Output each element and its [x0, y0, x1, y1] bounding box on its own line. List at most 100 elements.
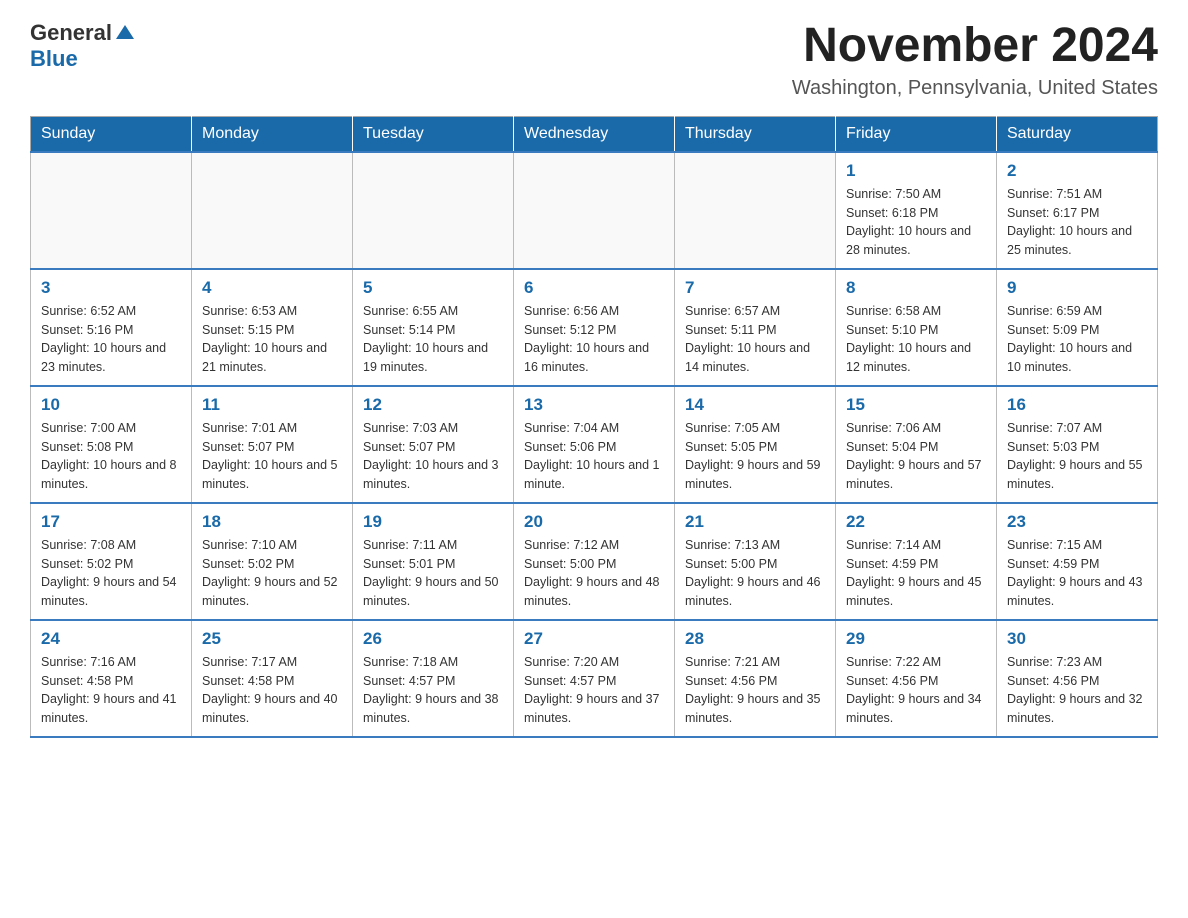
day-number: 22 — [846, 512, 986, 532]
calendar-cell — [192, 152, 353, 269]
day-number: 15 — [846, 395, 986, 415]
calendar-cell: 3 Sunrise: 6:52 AMSunset: 5:16 PMDaylight… — [31, 269, 192, 386]
calendar-cell: 30 Sunrise: 7:23 AMSunset: 4:56 PMDayligh… — [997, 620, 1158, 737]
calendar-table: SundayMondayTuesdayWednesdayThursdayFrid… — [30, 116, 1158, 738]
day-number: 28 — [685, 629, 825, 649]
day-info: Sunrise: 6:57 AMSunset: 5:11 PMDaylight:… — [685, 302, 825, 377]
calendar-cell: 13Sunrise: 7:04 AMSunset: 5:06 PMDayligh… — [514, 386, 675, 503]
day-info: Sunrise: 7:50 AMSunset: 6:18 PMDaylight:… — [846, 185, 986, 260]
day-info: Sunrise: 7:07 AMSunset: 5:03 PMDaylight:… — [1007, 419, 1147, 494]
calendar-cell: 21 Sunrise: 7:13 AMSunset: 5:00 PMDayligh… — [675, 503, 836, 620]
day-number: 14 — [685, 395, 825, 415]
day-info: Sunrise: 7:01 AMSunset: 5:07 PMDaylight:… — [202, 419, 342, 494]
calendar-cell: 8 Sunrise: 6:58 AMSunset: 5:10 PMDaylight… — [836, 269, 997, 386]
calendar-cell: 5 Sunrise: 6:55 AMSunset: 5:14 PMDaylight… — [353, 269, 514, 386]
month-title: November 2024 — [792, 20, 1158, 73]
day-number: 7 — [685, 278, 825, 298]
day-info: Sunrise: 7:03 AMSunset: 5:07 PMDaylight:… — [363, 419, 503, 494]
calendar-cell: 24Sunrise: 7:16 AMSunset: 4:58 PMDayligh… — [31, 620, 192, 737]
calendar-cell: 12 Sunrise: 7:03 AMSunset: 5:07 PMDayligh… — [353, 386, 514, 503]
day-number: 25 — [202, 629, 342, 649]
day-info: Sunrise: 7:10 AMSunset: 5:02 PMDaylight:… — [202, 536, 342, 611]
weekday-header-thursday: Thursday — [675, 116, 836, 152]
calendar-cell: 27 Sunrise: 7:20 AMSunset: 4:57 PMDayligh… — [514, 620, 675, 737]
day-info: Sunrise: 6:56 AMSunset: 5:12 PMDaylight:… — [524, 302, 664, 377]
calendar-cell: 7 Sunrise: 6:57 AMSunset: 5:11 PMDaylight… — [675, 269, 836, 386]
day-number: 9 — [1007, 278, 1147, 298]
weekday-header-sunday: Sunday — [31, 116, 192, 152]
calendar-week-row: 24Sunrise: 7:16 AMSunset: 4:58 PMDayligh… — [31, 620, 1158, 737]
calendar-cell: 16Sunrise: 7:07 AMSunset: 5:03 PMDayligh… — [997, 386, 1158, 503]
calendar-week-row: 10Sunrise: 7:00 AMSunset: 5:08 PMDayligh… — [31, 386, 1158, 503]
calendar-week-row: 1 Sunrise: 7:50 AMSunset: 6:18 PMDaylight… — [31, 152, 1158, 269]
day-number: 5 — [363, 278, 503, 298]
day-number: 11 — [202, 395, 342, 415]
day-info: Sunrise: 7:18 AMSunset: 4:57 PMDaylight:… — [363, 653, 503, 728]
day-number: 4 — [202, 278, 342, 298]
calendar-cell: 15 Sunrise: 7:06 AMSunset: 5:04 PMDayligh… — [836, 386, 997, 503]
day-number: 6 — [524, 278, 664, 298]
weekday-header-monday: Monday — [192, 116, 353, 152]
day-info: Sunrise: 6:55 AMSunset: 5:14 PMDaylight:… — [363, 302, 503, 377]
calendar-cell: 19Sunrise: 7:11 AMSunset: 5:01 PMDayligh… — [353, 503, 514, 620]
day-info: Sunrise: 7:06 AMSunset: 5:04 PMDaylight:… — [846, 419, 986, 494]
logo: General Blue — [30, 20, 134, 72]
day-info: Sunrise: 7:23 AMSunset: 4:56 PMDaylight:… — [1007, 653, 1147, 728]
calendar-cell: 9 Sunrise: 6:59 AMSunset: 5:09 PMDaylight… — [997, 269, 1158, 386]
day-info: Sunrise: 7:08 AMSunset: 5:02 PMDaylight:… — [41, 536, 181, 611]
day-number: 20 — [524, 512, 664, 532]
day-number: 8 — [846, 278, 986, 298]
day-number: 19 — [363, 512, 503, 532]
weekday-header-tuesday: Tuesday — [353, 116, 514, 152]
calendar-cell — [514, 152, 675, 269]
day-info: Sunrise: 6:53 AMSunset: 5:15 PMDaylight:… — [202, 302, 342, 377]
day-info: Sunrise: 6:52 AMSunset: 5:16 PMDaylight:… — [41, 302, 181, 377]
day-number: 18 — [202, 512, 342, 532]
calendar-cell: 22 Sunrise: 7:14 AMSunset: 4:59 PMDayligh… — [836, 503, 997, 620]
day-number: 3 — [41, 278, 181, 298]
calendar-cell: 18 Sunrise: 7:10 AMSunset: 5:02 PMDayligh… — [192, 503, 353, 620]
calendar-cell: 6 Sunrise: 6:56 AMSunset: 5:12 PMDaylight… — [514, 269, 675, 386]
day-info: Sunrise: 7:04 AMSunset: 5:06 PMDaylight:… — [524, 419, 664, 494]
calendar-cell — [675, 152, 836, 269]
day-number: 2 — [1007, 161, 1147, 181]
calendar-cell: 10Sunrise: 7:00 AMSunset: 5:08 PMDayligh… — [31, 386, 192, 503]
calendar-cell: 11 Sunrise: 7:01 AMSunset: 5:07 PMDayligh… — [192, 386, 353, 503]
day-number: 30 — [1007, 629, 1147, 649]
day-number: 24 — [41, 629, 181, 649]
day-info: Sunrise: 7:05 AMSunset: 5:05 PMDaylight:… — [685, 419, 825, 494]
calendar-cell: 2 Sunrise: 7:51 AMSunset: 6:17 PMDaylight… — [997, 152, 1158, 269]
day-info: Sunrise: 7:14 AMSunset: 4:59 PMDaylight:… — [846, 536, 986, 611]
header: General Blue November 2024 Washington, P… — [30, 20, 1158, 100]
day-number: 23 — [1007, 512, 1147, 532]
day-number: 1 — [846, 161, 986, 181]
day-info: Sunrise: 7:15 AMSunset: 4:59 PMDaylight:… — [1007, 536, 1147, 611]
day-info: Sunrise: 7:51 AMSunset: 6:17 PMDaylight:… — [1007, 185, 1147, 260]
weekday-header-saturday: Saturday — [997, 116, 1158, 152]
calendar-week-row: 3 Sunrise: 6:52 AMSunset: 5:16 PMDaylight… — [31, 269, 1158, 386]
logo-blue-text: Blue — [30, 46, 78, 72]
day-info: Sunrise: 6:59 AMSunset: 5:09 PMDaylight:… — [1007, 302, 1147, 377]
day-info: Sunrise: 7:20 AMSunset: 4:57 PMDaylight:… — [524, 653, 664, 728]
weekday-header-row: SundayMondayTuesdayWednesdayThursdayFrid… — [31, 116, 1158, 152]
day-info: Sunrise: 7:12 AMSunset: 5:00 PMDaylight:… — [524, 536, 664, 611]
day-info: Sunrise: 6:58 AMSunset: 5:10 PMDaylight:… — [846, 302, 986, 377]
calendar-cell: 23 Sunrise: 7:15 AMSunset: 4:59 PMDayligh… — [997, 503, 1158, 620]
calendar-week-row: 17Sunrise: 7:08 AMSunset: 5:02 PMDayligh… — [31, 503, 1158, 620]
calendar-cell: 28Sunrise: 7:21 AMSunset: 4:56 PMDayligh… — [675, 620, 836, 737]
calendar-cell: 17Sunrise: 7:08 AMSunset: 5:02 PMDayligh… — [31, 503, 192, 620]
day-number: 27 — [524, 629, 664, 649]
day-number: 12 — [363, 395, 503, 415]
logo-general-text: General — [30, 20, 112, 46]
day-number: 10 — [41, 395, 181, 415]
day-number: 21 — [685, 512, 825, 532]
calendar-cell — [31, 152, 192, 269]
day-info: Sunrise: 7:13 AMSunset: 5:00 PMDaylight:… — [685, 536, 825, 611]
calendar-cell: 25Sunrise: 7:17 AMSunset: 4:58 PMDayligh… — [192, 620, 353, 737]
calendar-cell: 29Sunrise: 7:22 AMSunset: 4:56 PMDayligh… — [836, 620, 997, 737]
calendar-cell: 14 Sunrise: 7:05 AMSunset: 5:05 PMDayligh… — [675, 386, 836, 503]
day-info: Sunrise: 7:22 AMSunset: 4:56 PMDaylight:… — [846, 653, 986, 728]
calendar-cell: 4 Sunrise: 6:53 AMSunset: 5:15 PMDaylight… — [192, 269, 353, 386]
day-number: 26 — [363, 629, 503, 649]
title-area: November 2024 Washington, Pennsylvania, … — [792, 20, 1158, 100]
